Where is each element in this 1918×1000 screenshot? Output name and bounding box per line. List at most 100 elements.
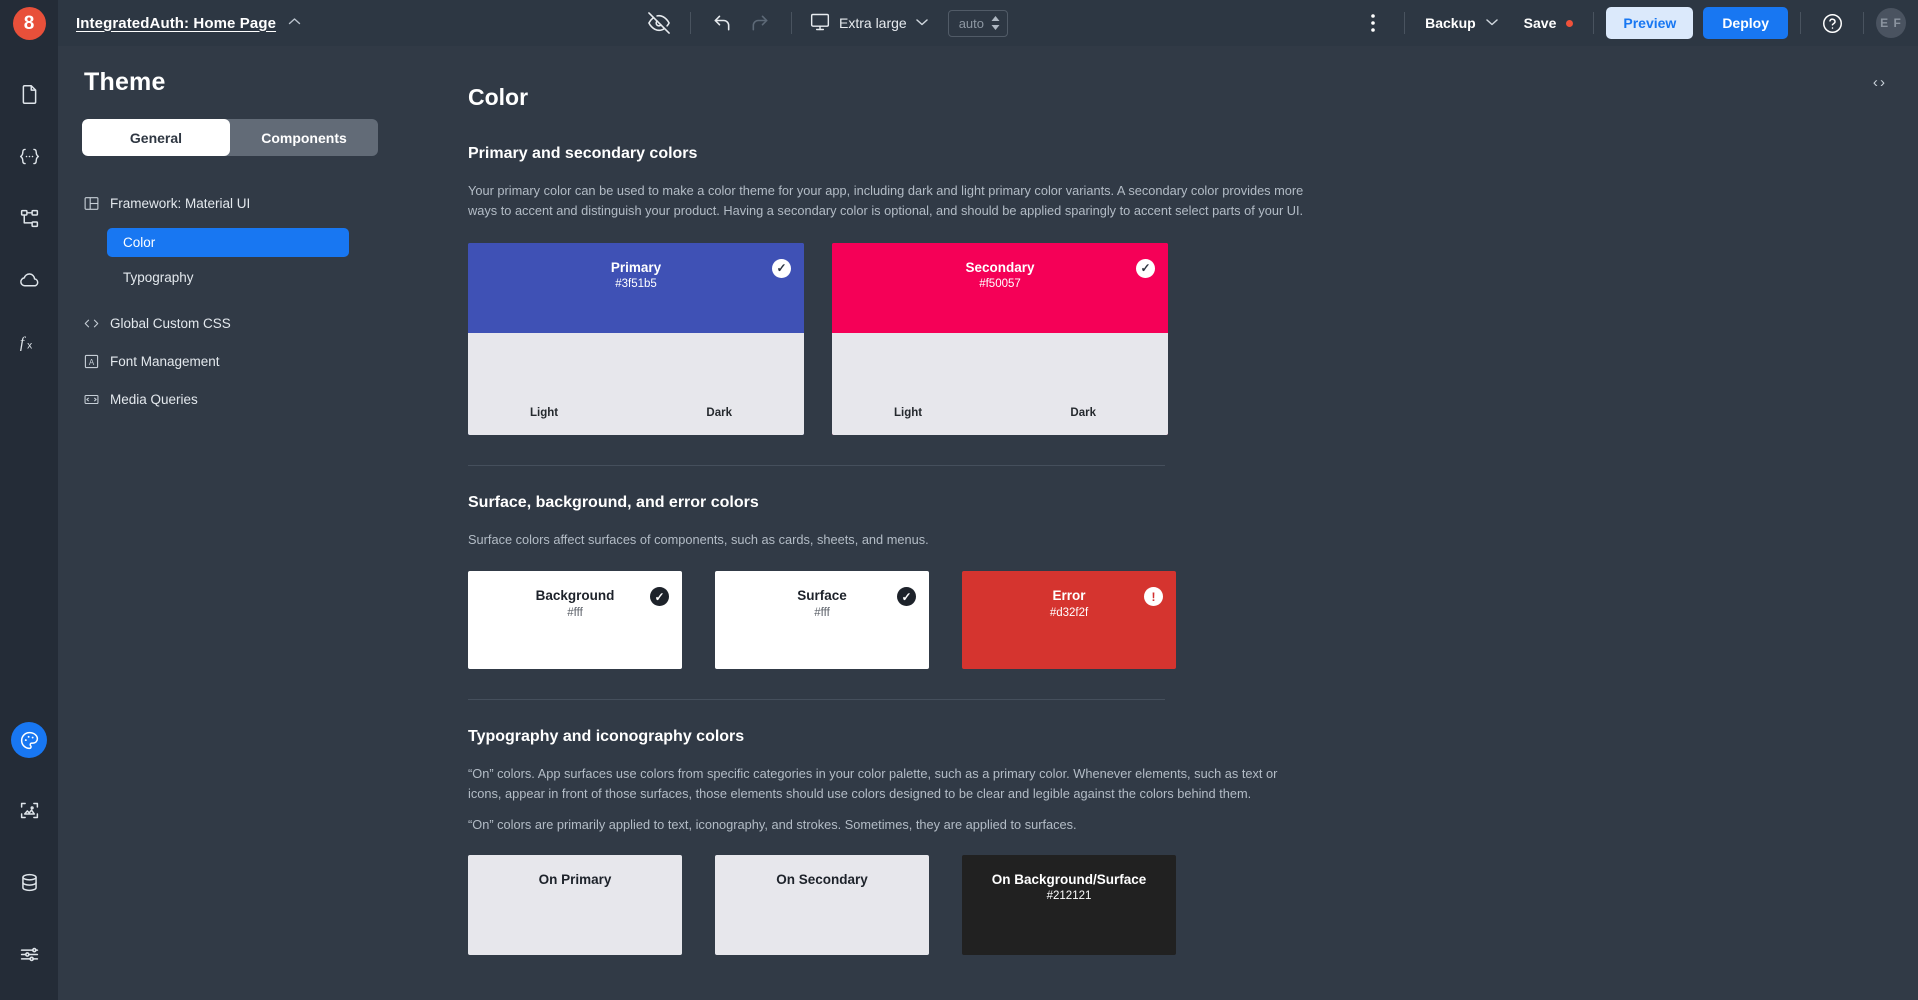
section-surface-background-error: Surface, background, and error colors Su…	[468, 494, 1918, 670]
section-title: Primary and secondary colors	[468, 145, 1918, 163]
card-hex: #3f51b5	[615, 278, 657, 290]
toolbar-divider	[1404, 12, 1405, 34]
settings-sliders-icon[interactable]	[9, 934, 49, 974]
section-title: Typography and iconography colors	[468, 728, 1918, 746]
sidebar-item-media-queries[interactable]: Media Queries	[82, 386, 384, 412]
backup-label: Backup	[1425, 15, 1476, 31]
section-description: Your primary color can be used to make a…	[468, 181, 1313, 221]
save-button[interactable]: Save	[1516, 15, 1582, 31]
help-circle-icon[interactable]	[1813, 4, 1851, 42]
backup-menu-button[interactable]: Backup	[1417, 15, 1506, 31]
color-card-secondary[interactable]: Secondary #f50057 ✓ Light Dark	[832, 243, 1168, 435]
card-header: Error #d32f2f !	[962, 571, 1176, 669]
device-size-value: Extra large	[839, 15, 907, 31]
section-typography-iconography: Typography and iconography colors “On” c…	[468, 728, 1918, 954]
app-root: 8 IntegratedAuth: Home Page	[0, 0, 1918, 1000]
toolbar-divider	[1863, 12, 1864, 34]
sidebar-item-color[interactable]: Color	[107, 228, 349, 257]
card-name: On Primary	[539, 871, 612, 889]
database-icon[interactable]	[9, 862, 49, 902]
pages-file-icon[interactable]	[9, 74, 49, 114]
sidebar-item-global-custom-css[interactable]: Global Custom CSS	[82, 310, 384, 336]
card-header: On Background/Surface #212121	[962, 855, 1176, 955]
color-card-surface[interactable]: Surface #fff ✓	[715, 571, 929, 669]
section-description-2: “On” colors are primarily applied to tex…	[468, 815, 1313, 835]
card-name: Secondary	[965, 259, 1034, 277]
card-name: Background	[536, 587, 615, 605]
selected-check-icon[interactable]: ✓	[1136, 259, 1155, 278]
card-header: Primary #3f51b5 ✓	[468, 243, 804, 333]
sidebar-item-label: Media Queries	[110, 392, 198, 407]
hide-eye-icon[interactable]	[640, 4, 678, 42]
variant-dark-label[interactable]: Dark	[706, 407, 732, 419]
chevron-up-icon[interactable]	[288, 17, 301, 29]
color-card-error[interactable]: Error #d32f2f !	[962, 571, 1176, 669]
card-header: Background #fff ✓	[468, 571, 682, 669]
device-size-select[interactable]: Extra large	[804, 12, 934, 35]
theme-tabs: General Components	[82, 119, 378, 156]
section-title: Surface, background, and error colors	[468, 494, 1918, 512]
color-card-on-primary[interactable]: On Primary	[468, 855, 682, 955]
card-name: On Secondary	[776, 871, 868, 889]
surface-cards: Background #fff ✓ Surface #fff ✓	[468, 571, 1918, 669]
code-braces-icon[interactable]	[9, 136, 49, 176]
app-logo[interactable]: 8	[0, 0, 58, 46]
tab-components[interactable]: Components	[230, 119, 378, 156]
variant-light-label[interactable]: Light	[894, 407, 922, 419]
section-divider	[468, 465, 1165, 466]
code-view-toggle[interactable]: ‹ ›	[1873, 74, 1884, 91]
chevron-down-icon	[916, 18, 928, 29]
chevron-down-icon	[1486, 18, 1498, 29]
page-title-group: IntegratedAuth: Home Page	[76, 15, 301, 32]
save-label: Save	[1524, 15, 1557, 31]
card-header: On Secondary	[715, 855, 929, 955]
tab-general[interactable]: General	[82, 119, 230, 156]
layout-panel-icon	[84, 196, 99, 211]
media-image-icon[interactable]	[9, 790, 49, 830]
theme-palette-icon[interactable]	[11, 722, 47, 758]
toolbar-center-group: Extra large auto	[640, 0, 1008, 46]
warning-icon[interactable]: !	[1144, 587, 1163, 606]
functions-fx-icon[interactable]: f x	[9, 322, 49, 362]
section-divider	[468, 699, 1165, 700]
toolbar-right-group: Backup Save Preview Deploy E F	[1354, 0, 1906, 46]
card-hex: #fff	[567, 607, 583, 619]
variant-light-label[interactable]: Light	[530, 407, 558, 419]
svg-text:A: A	[89, 357, 95, 366]
tree-item-framework[interactable]: Framework: Material UI	[82, 190, 384, 216]
card-hex: #f50057	[979, 278, 1021, 290]
deploy-button[interactable]: Deploy	[1703, 7, 1788, 39]
page-heading: Color	[468, 84, 1918, 111]
theme-panel: Theme General Components Framework: Mate…	[58, 46, 408, 1000]
color-card-primary[interactable]: Primary #3f51b5 ✓ Light Dark	[468, 243, 804, 435]
color-card-background[interactable]: Background #fff ✓	[468, 571, 682, 669]
width-stepper[interactable]: auto	[948, 10, 1008, 37]
sidebar-item-typography[interactable]: Typography	[107, 263, 349, 292]
card-header: Surface #fff ✓	[715, 571, 929, 669]
toolbar-divider	[690, 12, 691, 34]
undo-icon[interactable]	[703, 4, 741, 42]
cloud-icon[interactable]	[9, 260, 49, 300]
sitemap-icon[interactable]	[9, 198, 49, 238]
selected-check-icon[interactable]: ✓	[897, 587, 916, 606]
selected-check-icon[interactable]: ✓	[650, 587, 669, 606]
toolbar-divider	[1800, 12, 1801, 34]
card-hex: #d32f2f	[1050, 607, 1088, 619]
preview-button[interactable]: Preview	[1606, 7, 1693, 39]
sidebar-item-font-management[interactable]: A Font Management	[82, 348, 384, 374]
avatar[interactable]: E F	[1876, 8, 1906, 38]
angle-brackets-icon	[84, 316, 99, 331]
selected-check-icon[interactable]: ✓	[772, 259, 791, 278]
color-card-on-secondary[interactable]: On Secondary	[715, 855, 929, 955]
color-card-on-background-surface[interactable]: On Background/Surface #212121	[962, 855, 1176, 955]
page-title[interactable]: IntegratedAuth: Home Page	[76, 15, 276, 32]
variant-dark-label[interactable]: Dark	[1070, 407, 1096, 419]
color-settings-content: ‹ › Color Primary and secondary colors Y…	[408, 46, 1918, 1000]
left-icon-rail: f x	[0, 46, 58, 1000]
svg-text:f: f	[20, 335, 27, 352]
top-toolbar: 8 IntegratedAuth: Home Page	[0, 0, 1918, 46]
section-description: Surface colors affect surfaces of compon…	[468, 530, 1313, 550]
redo-icon	[741, 4, 779, 42]
stepper-arrows[interactable]	[990, 15, 1001, 31]
more-vertical-icon[interactable]	[1354, 4, 1392, 42]
